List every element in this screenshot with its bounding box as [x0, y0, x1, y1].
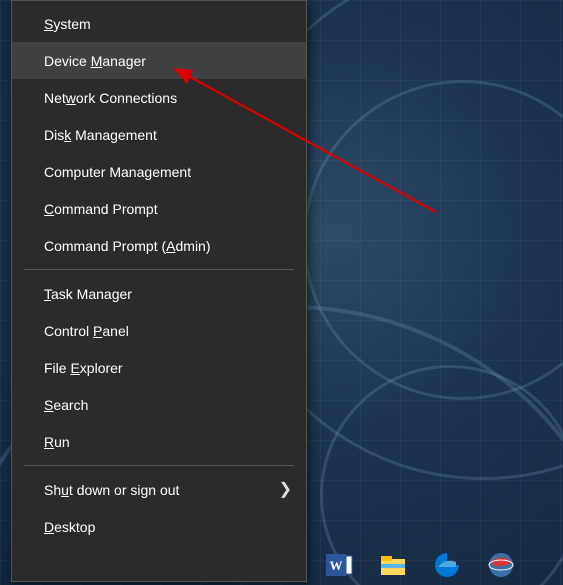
menu-item-computer-management[interactable]: Computer Management — [12, 153, 306, 190]
menu-item-label: Device Manager — [44, 53, 146, 69]
menu-item-command-prompt[interactable]: Command Prompt — [12, 190, 306, 227]
file-explorer-icon — [378, 550, 408, 580]
menu-item-label: Command Prompt — [44, 201, 158, 217]
menu-item-label: Command Prompt (Admin) — [44, 238, 211, 254]
globe-app-icon — [486, 550, 516, 580]
taskbar-icon-globe-app[interactable] — [480, 549, 522, 581]
menu-item-label: Computer Management — [44, 164, 191, 180]
menu-item-label: Disk Management — [44, 127, 157, 143]
edge-icon — [432, 550, 462, 580]
chevron-right-icon: ❯ — [279, 482, 292, 498]
menu-item-label: Shut down or sign out — [44, 482, 179, 498]
menu-item-disk-management[interactable]: Disk Management — [12, 116, 306, 153]
menu-item-label: Search — [44, 397, 88, 413]
winx-menu: System Device Manager Network Connection… — [11, 0, 307, 582]
svg-text:W: W — [330, 558, 343, 573]
menu-separator — [24, 269, 294, 270]
desktop: System Device Manager Network Connection… — [0, 0, 563, 585]
taskbar: W — [0, 544, 563, 585]
menu-item-control-panel[interactable]: Control Panel — [12, 312, 306, 349]
menu-item-file-explorer[interactable]: File Explorer — [12, 349, 306, 386]
menu-item-label: System — [44, 16, 91, 32]
menu-item-desktop[interactable]: Desktop — [12, 508, 306, 545]
menu-item-label: Network Connections — [44, 90, 177, 106]
menu-item-search[interactable]: Search — [12, 386, 306, 423]
menu-separator — [24, 465, 294, 466]
menu-item-shut-down[interactable]: Shut down or sign out ❯ — [12, 471, 306, 508]
menu-item-label: Run — [44, 434, 70, 450]
menu-item-device-manager[interactable]: Device Manager — [12, 42, 306, 79]
menu-item-system[interactable]: System — [12, 5, 306, 42]
taskbar-icon-file-explorer[interactable] — [372, 549, 414, 581]
taskbar-icon-word[interactable]: W — [318, 549, 360, 581]
word-icon: W — [324, 550, 354, 580]
menu-item-task-manager[interactable]: Task Manager — [12, 275, 306, 312]
taskbar-icon-edge[interactable] — [426, 549, 468, 581]
menu-item-label: File Explorer — [44, 360, 123, 376]
menu-item-label: Desktop — [44, 519, 95, 535]
menu-item-run[interactable]: Run — [12, 423, 306, 460]
wallpaper-arc — [303, 80, 563, 400]
menu-item-command-prompt-admin[interactable]: Command Prompt (Admin) — [12, 227, 306, 264]
menu-item-label: Control Panel — [44, 323, 129, 339]
menu-item-network-connections[interactable]: Network Connections — [12, 79, 306, 116]
menu-item-label: Task Manager — [44, 286, 132, 302]
